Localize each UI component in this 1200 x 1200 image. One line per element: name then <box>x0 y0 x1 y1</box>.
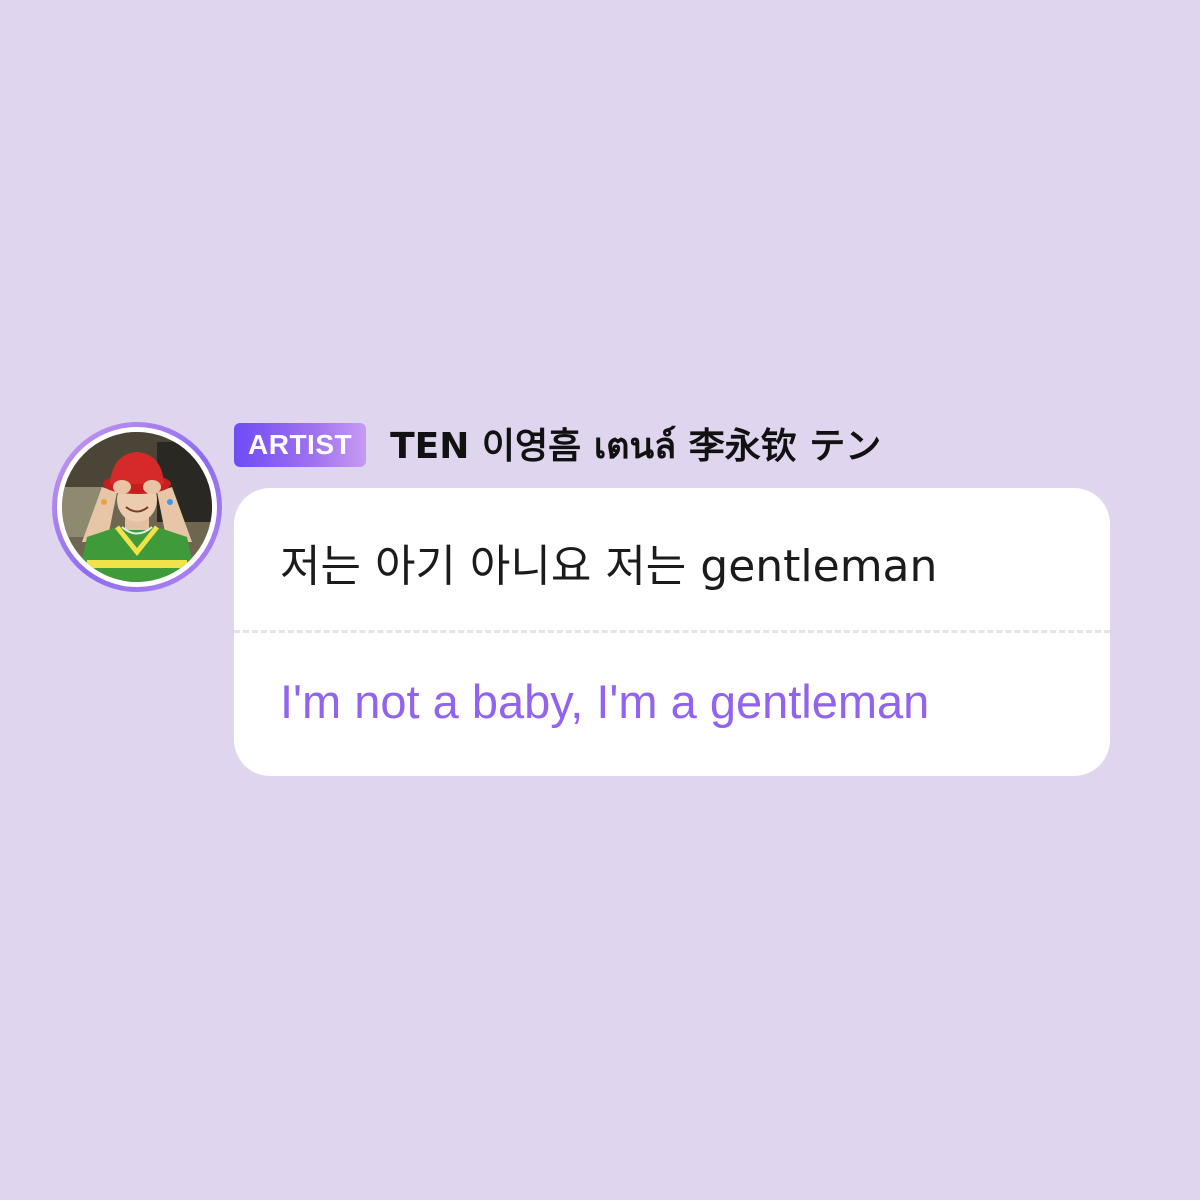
original-text: 저는 아기 아니요 저는 gentleman <box>280 541 938 592</box>
author-name[interactable]: TEN 이영흠 เตนล์ 李永钦 テン <box>390 417 881 474</box>
artist-badge: ARTIST <box>234 423 367 467</box>
divider <box>234 630 1110 633</box>
page: { "background_color": "#dfd5ee", "accent… <box>0 0 1200 1200</box>
chat-message: ARTIST TEN 이영흠 เตนล์ 李永钦 テン 저는 아기 아니요 저는… <box>52 420 1112 780</box>
message-header: ARTIST TEN 이영흠 เตนล์ 李永钦 テン <box>234 420 881 470</box>
translated-text: I'm not a baby, I'm a gentleman <box>280 675 930 728</box>
avatar-frame <box>57 427 217 587</box>
avatar <box>62 432 212 582</box>
message-bubble[interactable]: 저는 아기 아니요 저는 gentleman I'm not a baby, I… <box>234 488 1110 776</box>
avatar-ring[interactable] <box>52 422 222 592</box>
